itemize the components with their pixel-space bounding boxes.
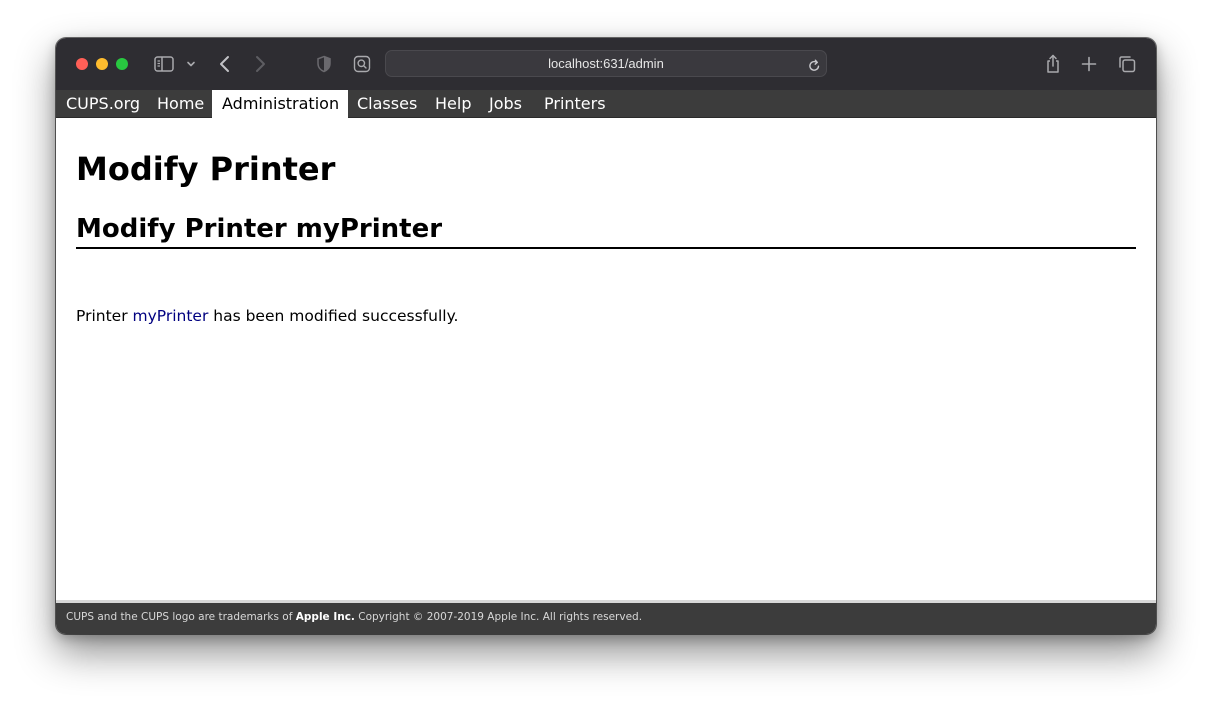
footer-suffix: Copyright © 2007-2019 Apple Inc. All rig… [354, 611, 643, 623]
minimize-dot[interactable] [96, 58, 108, 70]
cups-navbar: CUPS.org Home Administration Classes Hel… [56, 90, 1156, 118]
share-icon[interactable] [1044, 52, 1062, 76]
nav-printers[interactable]: Printers [534, 90, 616, 118]
footer-text: CUPS and the CUPS logo are trademarks of… [66, 611, 642, 623]
message-prefix: Printer [76, 307, 133, 325]
reader-icon[interactable] [352, 52, 372, 76]
nav-cups-org[interactable]: CUPS.org [56, 90, 150, 118]
nav-home[interactable]: Home [147, 90, 214, 118]
nav-jobs[interactable]: Jobs [479, 90, 532, 118]
printer-link[interactable]: myPrinter [133, 307, 209, 325]
sidebar-icon[interactable] [153, 52, 175, 76]
nav-classes[interactable]: Classes [347, 90, 427, 118]
chevron-down-icon[interactable] [185, 52, 197, 76]
footer-prefix: CUPS and the CUPS logo are trademarks of [66, 611, 296, 623]
browser-toolbar: localhost:631/admin [56, 38, 1156, 90]
section-title: Modify Printer myPrinter [76, 212, 1136, 249]
status-message: Printer myPrinter has been modified succ… [76, 307, 458, 325]
close-dot[interactable] [76, 58, 88, 70]
url-text[interactable]: localhost:631/admin [386, 51, 826, 76]
footer-company: Apple Inc. [295, 611, 355, 623]
tabs-overview-icon[interactable] [1117, 52, 1137, 76]
forward-icon[interactable] [252, 52, 268, 76]
reload-icon[interactable] [808, 57, 821, 76]
nav-administration[interactable]: Administration [212, 90, 348, 118]
address-bar[interactable]: localhost:631/admin [385, 50, 827, 77]
back-icon[interactable] [217, 52, 233, 76]
message-suffix: has been modified successfully. [208, 307, 459, 325]
privacy-shield-icon[interactable] [315, 52, 333, 76]
page-footer: CUPS and the CUPS logo are trademarks of… [56, 600, 1156, 634]
maximize-dot[interactable] [116, 58, 128, 70]
page-title: Modify Printer [76, 150, 336, 188]
browser-window: localhost:631/admin CUPS.org Home Admini… [56, 38, 1156, 634]
page-content: Modify Printer Modify Printer myPrinter … [56, 118, 1156, 600]
new-tab-icon[interactable] [1080, 52, 1098, 76]
nav-help[interactable]: Help [425, 90, 481, 118]
